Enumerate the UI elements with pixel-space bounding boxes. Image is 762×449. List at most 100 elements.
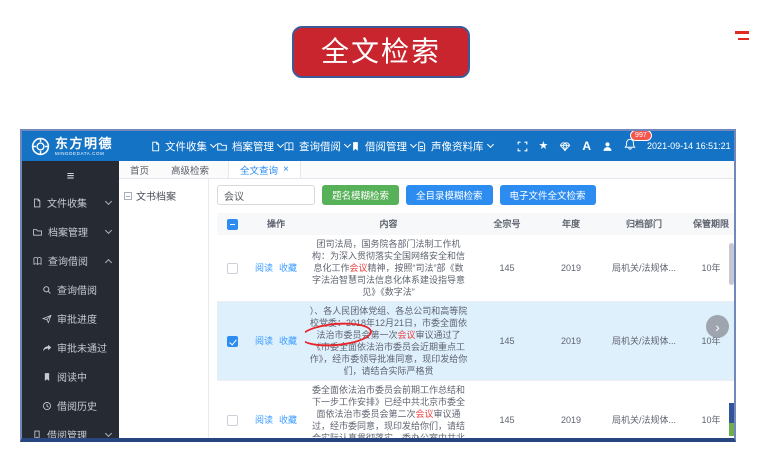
vertical-scrollbar-thumb[interactable] xyxy=(729,243,734,285)
table-row-selected[interactable]: 阅读 收藏 ）、各人民团体党组、各总公司和高等院校党委：2018年12月21日，… xyxy=(217,302,734,381)
content-area: 题名模糊检索 全目录模糊检索 电子文件全文检索 操作 内容 全宗号 年度 归档部… xyxy=(209,179,734,438)
filing-department: 局机关/法规体... xyxy=(600,302,688,380)
gem-icon[interactable] xyxy=(559,141,571,152)
sidebar-item-query-borrow[interactable]: 查询借阅 xyxy=(22,246,119,275)
filing-department: 局机关/法规体... xyxy=(600,381,688,442)
sidebar-item-label: 查询借阅 xyxy=(57,282,97,297)
sidebar-item-label: 查询借阅 xyxy=(48,253,88,268)
efile-fulltext-search-button[interactable]: 电子文件全文检索 xyxy=(500,185,596,205)
nav-item-query-borrow[interactable]: 查询借阅 xyxy=(283,139,350,154)
sidebar-item-label: 借阅管理 xyxy=(47,427,87,438)
retention-period: 10年 xyxy=(688,381,734,442)
chevron-down-icon xyxy=(105,197,112,204)
favorite-link[interactable]: 收藏 xyxy=(279,262,297,274)
chevron-up-icon xyxy=(105,258,112,265)
nav-label: 文件收集 xyxy=(165,139,207,154)
sidebar-subitem-query-borrow[interactable]: 查询借阅 xyxy=(22,275,119,304)
sidebar-item-label: 审批未通过 xyxy=(57,340,107,355)
book-icon xyxy=(283,141,295,152)
tree-collapse-icon[interactable] xyxy=(124,192,132,200)
table-row[interactable]: 阅读 收藏 委全面依法治市委员会前期工作总结和下一步工作安排》已经中共北京市委全… xyxy=(217,381,734,442)
media-file-icon xyxy=(416,141,427,152)
notification-badge: 997 xyxy=(630,130,652,141)
table-row[interactable]: 阅读 收藏 团司法局，国务院各部门法制工作机构：为深入贯彻落实全国网络安全和信息… xyxy=(217,235,734,302)
chevron-down-icon xyxy=(105,226,112,233)
read-link[interactable]: 阅读 xyxy=(255,262,273,274)
content-snippet: 团司法局，国务院各部门法制工作机构：为深入贯彻落实全国网络安全和信息化工作会议精… xyxy=(305,235,472,301)
sidebar-item-borrow-manage[interactable]: 借阅管理 xyxy=(22,420,119,438)
main-area: 首页 高级检索 全文查询 × 文书档案 xyxy=(119,161,734,438)
row-checkbox[interactable] xyxy=(227,263,238,274)
close-icon[interactable]: × xyxy=(283,165,289,175)
column-header-dept: 归档部门 xyxy=(600,213,688,235)
highlighted-keyword: 会议 xyxy=(350,263,368,273)
retention-period: 10年 xyxy=(688,235,734,301)
search-row: 题名模糊检索 全目录模糊检索 电子文件全文检索 xyxy=(217,185,734,205)
fonds-number: 145 xyxy=(472,381,542,442)
nav-item-archive-manage[interactable]: 档案管理 xyxy=(216,139,283,154)
sidebar-item-label: 借阅历史 xyxy=(57,398,97,413)
archive-tree-panel: 文书档案 xyxy=(119,179,209,438)
font-size-icon[interactable]: A xyxy=(582,140,591,152)
tree-node-label: 文书档案 xyxy=(136,188,176,203)
row-checkbox[interactable] xyxy=(227,415,238,426)
sidebar-subitem-borrow-history[interactable]: 借阅历史 xyxy=(22,391,119,420)
sidebar-item-file-collect[interactable]: 文件收集 xyxy=(22,188,119,217)
read-link[interactable]: 阅读 xyxy=(255,414,273,426)
star-icon[interactable]: ★ xyxy=(539,141,549,152)
search-input[interactable] xyxy=(217,185,315,205)
fonds-number: 145 xyxy=(472,235,542,301)
bookmark-icon xyxy=(350,141,361,152)
tab-advanced-search[interactable]: 高级检索 xyxy=(160,161,220,178)
notifications-bell[interactable]: 997 xyxy=(624,137,636,155)
favorite-link[interactable]: 收藏 xyxy=(279,414,297,426)
sidebar-item-label: 档案管理 xyxy=(48,224,88,239)
highlighted-keyword: 会议 xyxy=(415,409,433,419)
sidebar-item-label: 文件收集 xyxy=(47,195,87,210)
read-link[interactable]: 阅读 xyxy=(255,335,273,347)
year: 2019 xyxy=(542,235,600,301)
nav-label: 声像资料库 xyxy=(431,139,484,154)
nav-item-borrow-manage[interactable]: 借阅管理 xyxy=(350,139,416,154)
year: 2019 xyxy=(542,302,600,380)
row-checkbox[interactable] xyxy=(227,336,238,347)
tab-fulltext-query[interactable]: 全文查询 × xyxy=(228,161,301,178)
scrollbar-bottom-indicator[interactable] xyxy=(729,403,734,436)
sidebar-subitem-reading[interactable]: 阅读中 xyxy=(22,362,119,391)
user-icon[interactable] xyxy=(602,141,613,152)
select-all-checkbox[interactable] xyxy=(227,219,238,230)
nav-label: 查询借阅 xyxy=(299,139,341,154)
title-fuzzy-search-button[interactable]: 题名模糊检索 xyxy=(322,185,399,205)
chevron-down-icon xyxy=(105,429,112,436)
collapsed-menu-icon[interactable] xyxy=(735,31,749,44)
fullscreen-icon[interactable] xyxy=(517,141,528,152)
top-nav: 文件收集 档案管理 查询借阅 借阅管理 xyxy=(150,139,493,154)
tree-node-document-archive[interactable]: 文书档案 xyxy=(124,188,203,203)
sidebar: ≡ 文件收集 档案管理 查询借阅 查询借 xyxy=(22,161,119,438)
tab-bar: 首页 高级检索 全文查询 × xyxy=(119,161,734,179)
column-header-operation: 操作 xyxy=(247,213,305,235)
sidebar-subitem-approval-progress[interactable]: 审批进度 xyxy=(22,304,119,333)
sidebar-item-label: 阅读中 xyxy=(57,369,87,384)
fulltext-search-button[interactable]: 全文检索 xyxy=(292,26,470,78)
catalog-fuzzy-search-button[interactable]: 全目录模糊检索 xyxy=(406,185,493,205)
chevron-down-icon xyxy=(486,141,493,148)
nav-label: 借阅管理 xyxy=(365,139,407,154)
retention-period: 10年 xyxy=(688,302,734,380)
content-snippet: 委全面依法治市委员会前期工作总结和下一步工作安排》已经中共北京市委全面依法治市委… xyxy=(305,381,472,442)
sidebar-collapse-icon[interactable]: ≡ xyxy=(22,169,119,182)
send-icon xyxy=(42,314,52,324)
sidebar-item-label: 审批进度 xyxy=(57,311,97,326)
favorite-link[interactable]: 收藏 xyxy=(279,335,297,347)
logo[interactable]: 东方明德 MINGDEDATA.COM xyxy=(22,137,140,156)
nav-item-media-library[interactable]: 声像资料库 xyxy=(416,139,493,154)
folder-icon xyxy=(32,227,43,237)
filing-department: 局机关/法规体... xyxy=(600,235,688,301)
sidebar-subitem-approval-rejected[interactable]: 审批未通过 xyxy=(22,333,119,362)
sidebar-item-archive-manage[interactable]: 档案管理 xyxy=(22,217,119,246)
tab-home[interactable]: 首页 xyxy=(119,161,160,178)
next-page-button[interactable]: › xyxy=(706,315,729,338)
search-icon xyxy=(42,285,52,295)
fonds-number: 145 xyxy=(472,302,542,380)
nav-item-file-collect[interactable]: 文件收集 xyxy=(150,139,216,154)
